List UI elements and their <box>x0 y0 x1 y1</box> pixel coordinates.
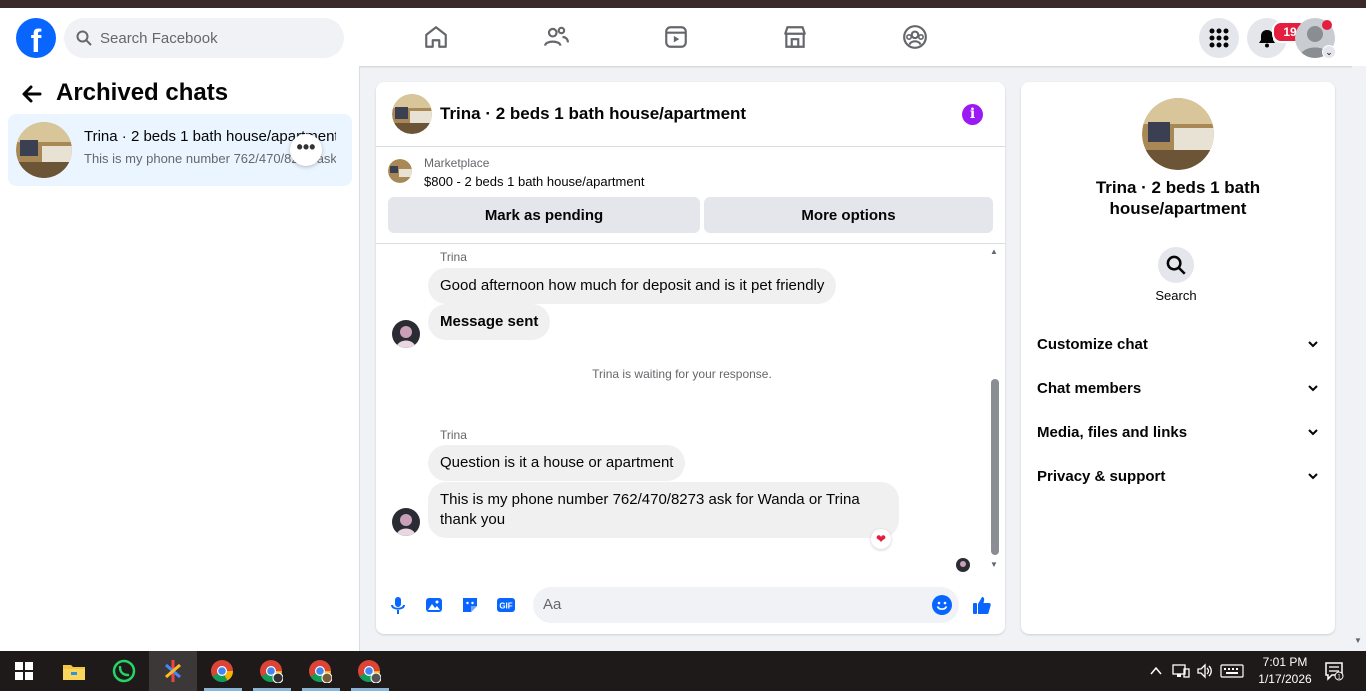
window-scrollbar[interactable] <box>1352 66 1366 651</box>
section-label: Media, files and links <box>1037 423 1188 441</box>
notification-center-icon[interactable]: 1 <box>1324 661 1344 681</box>
windows-start-icon[interactable] <box>10 657 38 685</box>
file-explorer-icon[interactable] <box>60 657 88 685</box>
details-thumbnail <box>1142 98 1214 170</box>
more-options-button[interactable]: More options <box>704 197 993 233</box>
search-input[interactable]: Search Facebook <box>64 18 344 58</box>
contact-avatar[interactable] <box>392 508 420 536</box>
section-label: Privacy & support <box>1037 467 1166 485</box>
profile-alert-dot <box>1322 20 1332 30</box>
chrome-icon[interactable] <box>208 657 236 685</box>
volume-icon[interactable] <box>1196 651 1214 691</box>
message-sender: Trina <box>440 250 467 264</box>
whatsapp-icon[interactable] <box>110 657 138 685</box>
heart-reaction-icon[interactable]: ❤ <box>871 529 891 549</box>
section-customize-chat[interactable]: Customize chat <box>1037 322 1319 366</box>
conversation-details-panel: Trina · 2 beds 1 bath house/apartment Se… <box>1021 82 1335 634</box>
system-clock[interactable]: 7:01 PM 1/17/2026 <box>1250 654 1320 688</box>
divider <box>376 243 1005 244</box>
microphone-icon[interactable] <box>386 593 410 617</box>
scroll-up-arrow-icon[interactable]: ▲ <box>990 247 998 256</box>
more-options-icon[interactable]: ••• <box>290 134 322 166</box>
search-icon <box>76 30 92 46</box>
marketplace-icon[interactable] <box>780 22 810 52</box>
marketplace-thumbnail <box>388 159 412 183</box>
section-label: Customize chat <box>1037 335 1148 353</box>
chrome-profile-icon[interactable] <box>257 657 285 685</box>
conversation-panel: Trina · 2 beds 1 bath house/apartment i … <box>376 82 1005 634</box>
chrome-profile-icon[interactable] <box>355 657 383 685</box>
clock-date: 1/17/2026 <box>1258 672 1312 686</box>
waiting-status: Trina is waiting for your response. <box>592 367 772 381</box>
conversation-title[interactable]: Trina · 2 beds 1 bath house/apartment <box>440 104 746 124</box>
chevron-down-icon <box>1308 473 1318 480</box>
marketplace-label: Marketplace <box>424 156 490 170</box>
svg-text:GIF: GIF <box>499 602 512 611</box>
section-label: Chat members <box>1037 379 1142 397</box>
browser-top-strip <box>0 0 1366 8</box>
network-icon[interactable] <box>1172 651 1190 691</box>
home-icon[interactable] <box>421 22 451 52</box>
archived-chats-panel: Archived chats Trina · 2 beds 1 bath hou… <box>0 66 360 651</box>
photo-icon[interactable] <box>422 593 446 617</box>
search-conversation-button[interactable] <box>1158 247 1194 283</box>
windows-taskbar: 7:01 PM 1/17/2026 1 <box>0 651 1366 691</box>
message-sender: Trina <box>440 428 467 442</box>
listing-title[interactable]: $800 - 2 beds 1 bath house/apartment <box>424 174 644 189</box>
tray-chevron-icon[interactable] <box>1150 651 1162 691</box>
details-title: Trina · 2 beds 1 bath house/apartment <box>1095 178 1261 218</box>
mark-as-pending-button[interactable]: Mark as pending <box>388 197 700 233</box>
message-bubble[interactable]: Question is it a house or apartment <box>428 445 686 481</box>
app-icon[interactable] <box>159 657 187 685</box>
clock-time: 7:01 PM <box>1262 655 1308 669</box>
chrome-profile-icon[interactable] <box>306 657 334 685</box>
seen-avatar <box>956 558 970 572</box>
conversation-thumbnail[interactable] <box>392 94 432 134</box>
section-media-files-links[interactable]: Media, files and links <box>1037 410 1319 454</box>
scroll-down-arrow-icon[interactable]: ▼ <box>990 560 998 569</box>
chevron-down-icon <box>1308 341 1318 348</box>
message-bubble[interactable]: Good afternoon how much for deposit and … <box>428 268 837 304</box>
search-placeholder: Search Facebook <box>100 29 218 47</box>
message-bubble[interactable]: This is my phone number 762/470/8273 ask… <box>428 482 899 538</box>
grid-icon <box>1209 28 1229 48</box>
sticker-icon[interactable] <box>458 593 482 617</box>
search-icon <box>1166 255 1186 275</box>
chevron-down-icon[interactable]: ⌄ <box>1322 45 1336 59</box>
top-navigation: f Search Facebook 19 ⌄ <box>0 8 1366 66</box>
scroll-down-arrow-icon[interactable]: ▼ <box>1354 636 1362 645</box>
info-icon[interactable]: i <box>962 104 983 125</box>
emoji-icon[interactable] <box>932 595 952 615</box>
search-label: Search <box>1155 288 1197 303</box>
scrollbar-thumb[interactable] <box>991 379 999 555</box>
video-icon[interactable] <box>661 22 691 52</box>
section-chat-members[interactable]: Chat members <box>1037 366 1319 410</box>
menu-grid-button[interactable] <box>1199 18 1239 58</box>
message-bubble[interactable]: Message sent <box>428 304 551 340</box>
chevron-down-icon <box>1308 385 1318 392</box>
contact-avatar[interactable] <box>392 320 420 348</box>
back-arrow-icon[interactable] <box>20 82 44 106</box>
chat-list-item[interactable]: Trina · 2 beds 1 bath house/apartment Th… <box>8 114 352 186</box>
chevron-down-icon <box>1308 429 1318 436</box>
divider <box>376 146 1005 147</box>
page-title: Archived chats <box>56 79 229 106</box>
message-input[interactable]: Aa <box>533 587 959 623</box>
listing-thumbnail <box>16 122 72 178</box>
groups-icon[interactable] <box>900 22 930 52</box>
facebook-logo[interactable]: f <box>16 18 56 58</box>
gif-icon[interactable]: GIF <box>494 593 518 617</box>
friends-icon[interactable] <box>541 22 571 52</box>
keyboard-icon[interactable] <box>1220 651 1244 691</box>
section-privacy-support[interactable]: Privacy & support <box>1037 454 1319 498</box>
thumbs-up-icon[interactable] <box>970 593 994 617</box>
